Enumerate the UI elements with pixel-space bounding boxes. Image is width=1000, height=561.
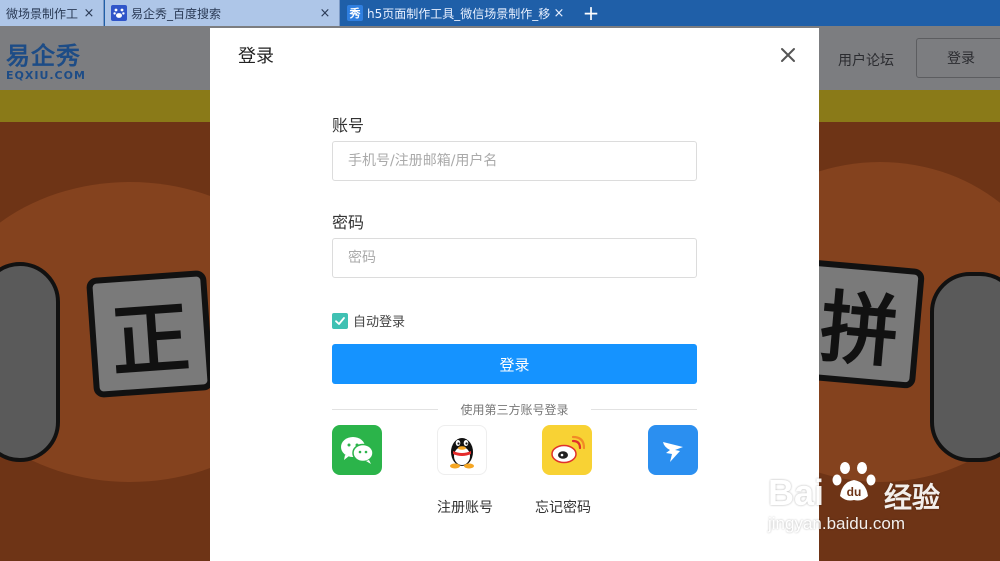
browser-tab-strip: 微场景制作工 × 易企秀_百度搜索 × 秀 h5页面制作工具_微信场景制作_移动… xyxy=(0,0,1000,26)
dingtalk-icon xyxy=(663,442,683,462)
third-party-label: 使用第三方账号登录 xyxy=(460,403,569,417)
tab-title: 微场景制作工 xyxy=(6,6,79,21)
wechat-login-button[interactable] xyxy=(332,425,382,475)
wechat-icon xyxy=(341,437,374,464)
login-modal: 登录 账号 密码 自动登录 登录 使用第三方账号登录 xyxy=(210,28,819,561)
close-icon[interactable]: × xyxy=(317,5,333,21)
password-input[interactable] xyxy=(332,238,697,278)
checkmark-icon xyxy=(335,316,345,325)
site-logo[interactable]: 易企秀 EQXIU.COM xyxy=(6,36,86,82)
baidu-jingyan-watermark: Bai du 经验 jingyan.baidu.com xyxy=(768,452,968,542)
weibo-icon xyxy=(551,435,585,464)
browser-tab-3[interactable]: 秀 h5页面制作工具_微信场景制作_移动 × xyxy=(341,0,573,26)
close-icon[interactable]: × xyxy=(81,5,97,21)
baidu-paw-icon xyxy=(111,5,127,21)
account-input[interactable] xyxy=(332,141,697,181)
tab-title: h5页面制作工具_微信场景制作_移动 xyxy=(367,6,551,21)
svg-text:du: du xyxy=(847,485,862,499)
login-button[interactable]: 登录 xyxy=(332,344,697,384)
close-icon[interactable] xyxy=(778,45,798,65)
hero-figure xyxy=(930,272,1000,462)
eqxiu-favicon-icon: 秀 xyxy=(347,5,363,21)
tab-title: 易企秀_百度搜索 xyxy=(131,6,222,21)
hero-character-left: 正 xyxy=(85,269,215,399)
close-icon[interactable]: × xyxy=(551,5,567,21)
weibo-login-button[interactable] xyxy=(542,425,592,475)
new-tab-button[interactable]: + xyxy=(580,1,602,25)
auto-login-toggle[interactable]: 自动登录 xyxy=(332,311,405,330)
qq-icon xyxy=(450,438,474,469)
logo-main-text: 易企秀 xyxy=(6,42,81,70)
watermark-bai: Bai xyxy=(768,472,825,513)
divider-line xyxy=(332,409,438,410)
divider-line xyxy=(591,409,697,410)
watermark-jingyan: 经验 xyxy=(884,481,941,514)
hero-figure xyxy=(0,262,60,462)
nav-user-forum[interactable]: 用户论坛 xyxy=(838,50,894,70)
logo-sub-text: EQXIU.COM xyxy=(6,69,86,82)
password-label: 密码 xyxy=(332,213,365,232)
modal-title: 登录 xyxy=(238,46,274,67)
nav-login-button[interactable]: 登录 xyxy=(916,38,1000,78)
watermark-url: jingyan.baidu.com xyxy=(768,514,906,533)
forgot-password-link[interactable]: 忘记密码 xyxy=(535,497,591,517)
dingtalk-login-button[interactable] xyxy=(648,425,698,475)
account-label: 账号 xyxy=(332,116,365,135)
browser-tab-1[interactable]: 微场景制作工 × xyxy=(0,0,104,26)
register-link[interactable]: 注册账号 xyxy=(437,497,493,517)
baidu-paw-icon: du xyxy=(832,462,876,501)
qq-login-button[interactable] xyxy=(437,425,487,475)
auto-login-label: 自动登录 xyxy=(353,315,406,330)
browser-tab-2[interactable]: 易企秀_百度搜索 × xyxy=(105,0,340,26)
auto-login-checkbox[interactable] xyxy=(332,312,348,329)
